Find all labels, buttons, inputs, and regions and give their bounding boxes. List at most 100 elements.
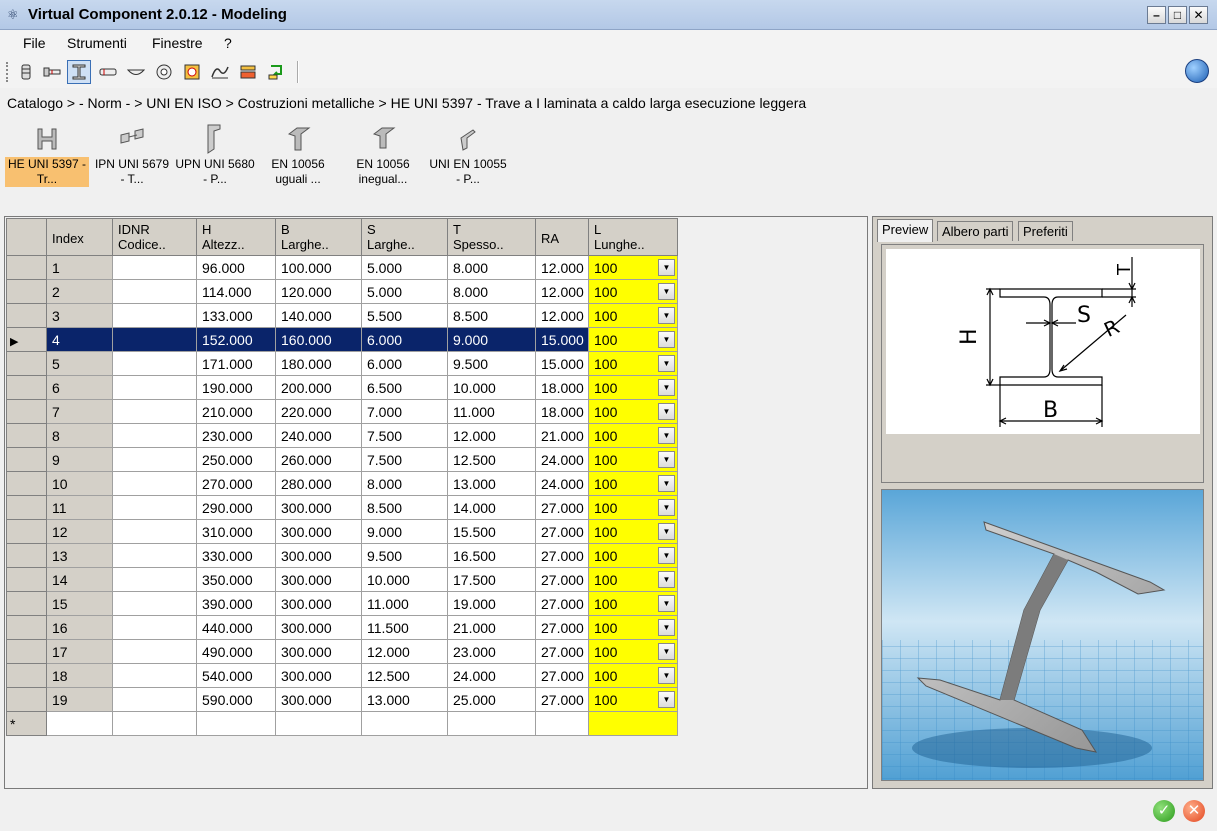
table-cell[interactable]: 230.000 [196, 423, 276, 448]
table-cell[interactable] [112, 471, 197, 496]
table-cell[interactable] [112, 399, 197, 424]
ok-button[interactable]: ✓ [1153, 800, 1175, 822]
table-cell[interactable]: 133.000 [196, 303, 276, 328]
table-cell[interactable]: 7.500 [361, 447, 448, 472]
dropdown-arrow-icon[interactable]: ▼ [658, 427, 675, 444]
catalog-item-upn-uni-5680[interactable]: UPN UNI 5680- P... [173, 122, 257, 194]
table-row[interactable]: 18 540.000 300.000 12.500 24.000 27.000 100 ▼ [6, 663, 678, 688]
row-header[interactable] [6, 471, 47, 496]
table-cell[interactable] [112, 543, 197, 568]
length-dropdown-cell[interactable]: 100 ▼ [588, 543, 678, 568]
table-row[interactable]: 3 133.000 140.000 5.500 8.500 12.000 100 ▼ [6, 303, 678, 328]
table-cell[interactable]: 8.000 [361, 471, 448, 496]
table-cell[interactable] [112, 639, 197, 664]
table-cell[interactable]: 14.000 [447, 495, 536, 520]
table-cell[interactable]: 220.000 [275, 399, 362, 424]
table-cell[interactable]: 390.000 [196, 591, 276, 616]
table-cell[interactable]: 27.000 [535, 567, 589, 592]
table-cell[interactable]: 12.000 [535, 279, 589, 304]
dropdown-arrow-icon[interactable]: ▼ [658, 307, 675, 324]
dropdown-arrow-icon[interactable]: ▼ [658, 595, 675, 612]
table-cell[interactable]: 300.000 [275, 615, 362, 640]
row-header[interactable] [6, 423, 47, 448]
dropdown-arrow-icon[interactable]: ▼ [658, 451, 675, 468]
table-cell[interactable]: 300.000 [275, 519, 362, 544]
tab-preferiti[interactable]: Preferiti [1018, 221, 1073, 241]
dropdown-arrow-icon[interactable]: ▼ [658, 547, 675, 564]
3d-preview[interactable] [881, 489, 1204, 781]
row-header[interactable] [6, 615, 47, 640]
length-dropdown-cell[interactable]: 100 ▼ [588, 639, 678, 664]
table-row[interactable]: 5 171.000 180.000 6.000 9.500 15.000 100 ▼ [6, 351, 678, 376]
table-row[interactable]: 10 270.000 280.000 8.000 13.000 24.000 100 ▼ [6, 471, 678, 496]
menu-finestre[interactable]: Finestre [152, 35, 203, 51]
table-cell[interactable]: 18.000 [535, 375, 589, 400]
cancel-button[interactable]: ✕ [1183, 800, 1205, 822]
table-cell[interactable]: 10 [46, 471, 113, 496]
table-row[interactable]: 17 490.000 300.000 12.000 23.000 27.000 100 ▼ [6, 639, 678, 664]
export-icon[interactable] [264, 60, 288, 84]
table-row[interactable]: 1 96.000 100.000 5.000 8.000 12.000 100 ▼ [6, 255, 678, 280]
table-cell[interactable]: 24.000 [535, 447, 589, 472]
menu-file[interactable]: File [23, 35, 46, 51]
table-cell[interactable]: 18.000 [535, 399, 589, 424]
table-cell[interactable]: 12.000 [535, 255, 589, 280]
row-header[interactable] [6, 495, 47, 520]
table-cell[interactable]: 23.000 [447, 639, 536, 664]
table-row[interactable]: 16 440.000 300.000 11.500 21.000 27.000 100 ▼ [6, 615, 678, 640]
dropdown-arrow-icon[interactable]: ▼ [658, 259, 675, 276]
column-header[interactable]: T Spesso.. [447, 218, 536, 256]
length-dropdown-cell[interactable]: 100 ▼ [588, 663, 678, 688]
table-cell[interactable]: 11.500 [361, 615, 448, 640]
table-cell[interactable]: 8.500 [447, 303, 536, 328]
new-row-cell[interactable] [535, 711, 589, 736]
table-cell[interactable]: 12.000 [535, 303, 589, 328]
table-cell[interactable]: 6 [46, 375, 113, 400]
table-cell[interactable]: 27.000 [535, 495, 589, 520]
web-help-icon[interactable] [1185, 59, 1209, 83]
catalog-item-he-uni-5397[interactable]: HE UNI 5397 - Tr... [5, 122, 89, 194]
table-cell[interactable] [112, 327, 197, 352]
table-cell[interactable]: 210.000 [196, 399, 276, 424]
table-cell[interactable]: 21.000 [447, 615, 536, 640]
table-cell[interactable]: 2 [46, 279, 113, 304]
table-cell[interactable] [112, 615, 197, 640]
table-cell[interactable]: 200.000 [275, 375, 362, 400]
table-cell[interactable]: 8.000 [447, 279, 536, 304]
table-cell[interactable]: 100.000 [275, 255, 362, 280]
row-header[interactable] [6, 543, 47, 568]
table-cell[interactable]: 1 [46, 255, 113, 280]
row-header[interactable] [6, 279, 47, 304]
row-header[interactable] [6, 351, 47, 376]
table-cell[interactable]: 12.500 [447, 447, 536, 472]
dropdown-arrow-icon[interactable]: ▼ [658, 523, 675, 540]
washer-icon[interactable] [124, 60, 148, 84]
table-cell[interactable]: 13 [46, 543, 113, 568]
catalog-item-ipn-uni-5679[interactable]: IPN UNI 5679- T... [90, 122, 174, 194]
table-cell[interactable] [112, 663, 197, 688]
table-cell[interactable] [112, 375, 197, 400]
table-cell[interactable]: 25.000 [447, 687, 536, 712]
length-dropdown-cell[interactable]: 100 ▼ [588, 327, 678, 352]
table-cell[interactable]: 300.000 [275, 543, 362, 568]
table-cell[interactable] [112, 567, 197, 592]
table-cell[interactable]: 300.000 [275, 591, 362, 616]
dropdown-arrow-icon[interactable]: ▼ [658, 571, 675, 588]
table-cell[interactable]: 12.000 [447, 423, 536, 448]
table-cell[interactable]: 350.000 [196, 567, 276, 592]
table-cell[interactable] [112, 423, 197, 448]
table-cell[interactable]: 9.500 [361, 543, 448, 568]
length-dropdown-cell[interactable]: 100 ▼ [588, 567, 678, 592]
table-cell[interactable]: 152.000 [196, 327, 276, 352]
length-dropdown-cell[interactable]: 100 ▼ [588, 687, 678, 712]
table-cell[interactable]: 17 [46, 639, 113, 664]
table-cell[interactable]: 15.500 [447, 519, 536, 544]
catalog-item-en-10056-unequal[interactable]: EN 10056 inegual... [341, 122, 425, 194]
table-cell[interactable]: 11 [46, 495, 113, 520]
table-cell[interactable]: 16 [46, 615, 113, 640]
table-cell[interactable] [112, 495, 197, 520]
table-cell[interactable]: 7.500 [361, 423, 448, 448]
table-cell[interactable]: 540.000 [196, 663, 276, 688]
table-cell[interactable]: 11.000 [447, 399, 536, 424]
table-cell[interactable]: 240.000 [275, 423, 362, 448]
